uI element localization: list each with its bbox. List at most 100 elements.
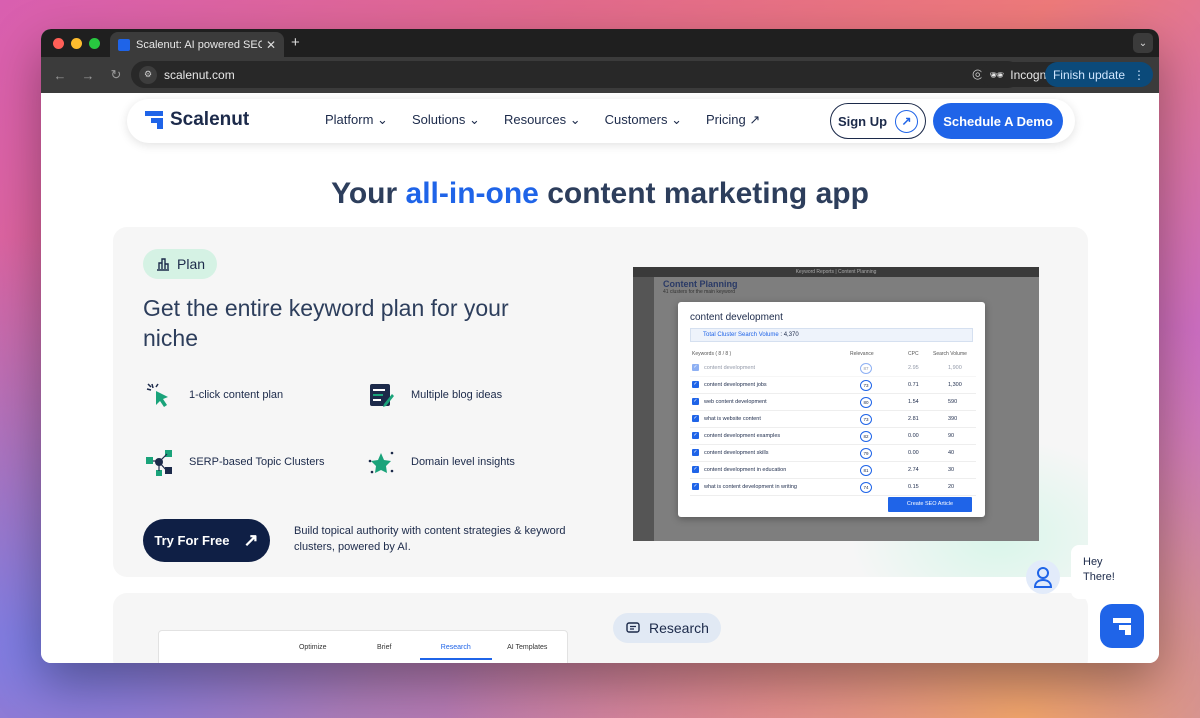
search-volume-cell: 390 bbox=[948, 416, 958, 422]
tab-ai-templates[interactable]: AI Templates bbox=[492, 635, 564, 660]
brand-name: Scalenut bbox=[170, 109, 250, 130]
reload-icon[interactable]: ↻ bbox=[107, 67, 125, 83]
keyword-cell: content development in education bbox=[704, 467, 787, 473]
try-for-free-button[interactable]: Try For Free ↗ bbox=[143, 519, 270, 562]
cpc-cell: 2.95 bbox=[908, 365, 919, 371]
checkbox[interactable]: ✓ bbox=[692, 432, 699, 439]
scalenut-logo[interactable]: Scalenut bbox=[145, 109, 249, 131]
cluster-network-icon bbox=[143, 446, 175, 478]
address-bar-row: ← → ↻ ⚙ scalenut.com ◎ ☆ 🕶 Incognito Fin… bbox=[41, 57, 1159, 93]
keyword-row[interactable]: ✓ what is website content 73 2.81 390 bbox=[690, 411, 976, 428]
kebab-menu-icon: ⋮ bbox=[1133, 67, 1145, 82]
sign-up-button[interactable]: Sign Up ↗ bbox=[830, 103, 926, 139]
checkbox[interactable]: ✓ bbox=[692, 381, 699, 388]
arrow-up-right-icon: ↗ bbox=[749, 112, 761, 127]
cluster-volume: Total Cluster Search Volume : 4,370 bbox=[690, 328, 973, 342]
menu-label: Resources bbox=[503, 112, 567, 127]
chevron-down-icon: ⌄ bbox=[671, 112, 683, 127]
menu-item-pricing[interactable]: Pricing ↗ bbox=[706, 112, 760, 128]
checkbox[interactable]: ✓ bbox=[692, 466, 699, 473]
menu-item-platform[interactable]: Platform ⌄ bbox=[325, 112, 388, 128]
hero-accent: all-in-one bbox=[405, 177, 539, 210]
keyword-row[interactable]: ✓ what is content development in writing 7… bbox=[690, 479, 976, 496]
keyword-row[interactable]: ✓ content development skills 79 0.00 40 bbox=[690, 445, 976, 462]
tab-optimize[interactable]: Optimize bbox=[277, 635, 349, 660]
tab-title: Scalenut: AI powered SEO and bbox=[136, 38, 262, 51]
keyword-cell: what is content development in writing bbox=[704, 484, 797, 490]
chat-greeting[interactable]: Hey There! bbox=[1071, 545, 1159, 599]
chat-list-icon bbox=[626, 622, 640, 633]
content-planning-title: Content Planning bbox=[663, 279, 738, 289]
browser-tab[interactable]: Scalenut: AI powered SEO and ✕ bbox=[110, 32, 284, 57]
relevance-cell: 80 bbox=[860, 397, 872, 408]
browser-window: Scalenut: AI powered SEO and ✕ + ⌄ ← → ↻… bbox=[41, 29, 1159, 663]
forward-icon[interactable]: → bbox=[79, 68, 97, 83]
menu-item-customers[interactable]: Customers ⌄ bbox=[605, 112, 682, 128]
menu-label: Solutions bbox=[411, 112, 466, 127]
research-pill: Research bbox=[613, 613, 721, 643]
new-tab-button[interactable]: + bbox=[291, 34, 300, 51]
checkbox[interactable]: ✓ bbox=[692, 483, 699, 490]
site-navbar: Scalenut Platform ⌄ Solutions ⌄ Resource… bbox=[127, 99, 1075, 143]
menu-item-resources[interactable]: Resources ⌄ bbox=[504, 112, 581, 128]
maximize-window-button[interactable] bbox=[89, 37, 100, 49]
keyword-row[interactable]: ✓ content development in education 81 2.74 3… bbox=[690, 462, 976, 479]
checkbox[interactable]: ✓ bbox=[692, 415, 699, 422]
search-volume-cell: 590 bbox=[948, 399, 958, 405]
chat-launcher-button[interactable] bbox=[1100, 604, 1144, 648]
plan-pill: Plan bbox=[143, 249, 218, 279]
cpc-cell: 0.00 bbox=[908, 433, 919, 439]
feature-item: Multiple blog ideas bbox=[365, 379, 502, 411]
cpc-cell: 2.74 bbox=[908, 467, 919, 473]
create-seo-article-button[interactable]: Create SEO Article bbox=[888, 497, 972, 512]
main-menu: Platform ⌄ Solutions ⌄ Resources ⌄ Custo… bbox=[325, 112, 760, 128]
tab-research[interactable]: Research bbox=[420, 635, 492, 660]
checkbox[interactable]: ✓ bbox=[692, 364, 699, 371]
minimize-window-button[interactable] bbox=[71, 37, 82, 49]
feature-label: Domain level insights bbox=[411, 456, 515, 468]
keyword-row[interactable]: ✓ web content development 80 1.54 590 bbox=[690, 394, 976, 411]
scalenut-logo-icon bbox=[1113, 618, 1131, 635]
keyword-row[interactable]: ✓ content development 87 2.95 1,900 bbox=[690, 360, 976, 377]
relevance-cell: 87 bbox=[860, 363, 872, 374]
chat-line: There! bbox=[1083, 571, 1115, 583]
col-relevance: Relevance bbox=[850, 351, 874, 357]
finish-update-button[interactable]: Finish update ⋮ bbox=[1044, 62, 1153, 87]
screenshot-header: Keyword Reports | Content Planning bbox=[633, 267, 1039, 277]
keyword-row[interactable]: ✓ content development examples 82 0.00 90 bbox=[690, 428, 976, 445]
tab-search-button[interactable]: ⌄ bbox=[1133, 33, 1153, 53]
menu-item-solutions[interactable]: Solutions ⌄ bbox=[412, 112, 480, 128]
site-settings-icon[interactable]: ⚙ bbox=[139, 65, 157, 84]
hero-text: Your bbox=[331, 177, 406, 210]
arrow-up-right-icon: ↗ bbox=[243, 530, 259, 550]
user-avatar-icon[interactable] bbox=[1026, 560, 1060, 594]
tab-brief[interactable]: Brief bbox=[349, 635, 421, 660]
plan-section: Plan Get the entire keyword plan for you… bbox=[113, 227, 1088, 577]
url-bar[interactable]: ⚙ scalenut.com ◎ ☆ bbox=[131, 61, 1021, 88]
close-window-button[interactable] bbox=[53, 37, 64, 49]
research-pill-label: Research bbox=[649, 620, 709, 636]
checkbox[interactable]: ✓ bbox=[692, 449, 699, 456]
keyword-row[interactable]: ✓ content development jobs 73 0.71 1,300 bbox=[690, 377, 976, 394]
chevron-down-icon: ⌄ bbox=[377, 112, 388, 127]
cluster-modal: content development Total Cluster Search… bbox=[678, 302, 985, 517]
schedule-demo-button[interactable]: Schedule A Demo bbox=[933, 103, 1063, 139]
notebook-pen-icon bbox=[365, 379, 397, 411]
feature-label: SERP-based Topic Clusters bbox=[189, 456, 325, 468]
keyword-cell: content development jobs bbox=[704, 382, 767, 388]
col-cpc: CPC bbox=[908, 351, 919, 357]
keyword-cell: web content development bbox=[704, 399, 767, 405]
cpc-cell: 0.15 bbox=[908, 484, 919, 490]
content-planning-subtitle: 41 clusters for the main keyword bbox=[663, 289, 735, 295]
menu-label: Platform bbox=[325, 112, 374, 127]
back-icon[interactable]: ← bbox=[51, 68, 69, 83]
relevance-cell: 82 bbox=[860, 431, 872, 442]
url-text: scalenut.com bbox=[164, 67, 235, 82]
relevance-cell: 81 bbox=[860, 465, 872, 476]
keyword-cell: what is website content bbox=[704, 416, 761, 422]
cursor-click-icon bbox=[143, 379, 175, 411]
checkbox[interactable]: ✓ bbox=[692, 398, 699, 405]
hero-heading: Your all-in-one content marketing app bbox=[41, 177, 1159, 211]
close-tab-icon[interactable]: ✕ bbox=[266, 38, 276, 52]
volume-value: : 4,370 bbox=[780, 332, 799, 338]
